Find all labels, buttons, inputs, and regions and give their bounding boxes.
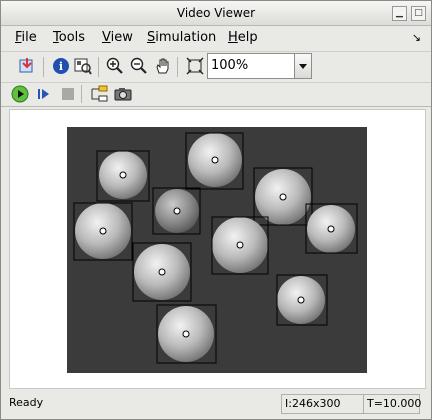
minimize-button[interactable]: ▁ xyxy=(392,6,407,21)
step-forward-icon[interactable] xyxy=(34,84,54,104)
video-frame-image xyxy=(67,127,367,373)
time-readout: T=10.000 xyxy=(363,394,421,414)
window-title: Video Viewer xyxy=(176,6,256,20)
maximize-button[interactable]: □ xyxy=(411,6,426,21)
status-bar: Ready I:246x300 T=10.000 xyxy=(1,393,431,417)
playback-toolbar xyxy=(1,82,431,107)
fit-to-window-icon[interactable] xyxy=(185,56,205,76)
menu-bar: File Tools View Simulation Help ↘ xyxy=(1,26,431,48)
stop-icon[interactable] xyxy=(58,84,78,104)
snapshot-camera-icon[interactable] xyxy=(113,84,133,104)
chevron-down-icon[interactable] xyxy=(294,54,311,78)
menu-help[interactable]: Help xyxy=(228,30,258,45)
dock-arrow-icon[interactable]: ↘ xyxy=(412,31,421,44)
print-to-figure-icon[interactable] xyxy=(17,56,37,76)
zoom-out-icon[interactable] xyxy=(129,56,149,76)
zoom-select[interactable]: 100% xyxy=(207,53,312,79)
zoom-in-icon[interactable] xyxy=(105,56,125,76)
pan-hand-icon[interactable] xyxy=(153,56,173,76)
zoom-value: 100% xyxy=(211,58,249,73)
play-icon[interactable] xyxy=(10,84,30,104)
video-viewer-window: Video Viewer ▁ □ File Tools View Simulat… xyxy=(0,0,432,420)
menu-view[interactable]: View xyxy=(102,30,133,45)
highlight-block-icon[interactable] xyxy=(89,84,109,104)
svg-text:i: i xyxy=(59,60,63,73)
menu-simulation[interactable]: Simulation xyxy=(147,30,216,45)
image-size-readout: I:246x300 xyxy=(281,394,364,414)
pixel-region-icon[interactable] xyxy=(73,56,93,76)
title-bar: Video Viewer ▁ □ xyxy=(1,1,431,26)
status-text: Ready xyxy=(9,396,44,409)
menu-file[interactable]: File xyxy=(15,30,37,45)
menu-tools[interactable]: Tools xyxy=(53,30,85,45)
info-icon[interactable]: i xyxy=(51,56,71,76)
